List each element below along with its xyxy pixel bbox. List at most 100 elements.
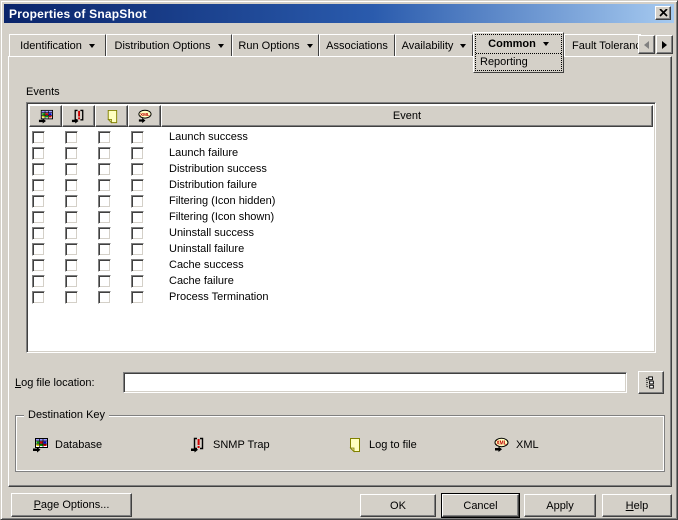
dropdown-arrow-icon (306, 43, 313, 48)
checkbox-cell (29, 146, 62, 160)
help-button[interactable]: Help (602, 494, 672, 517)
checkbox-cell (128, 290, 161, 304)
checkbox-xml[interactable] (131, 290, 144, 304)
checkbox-cell (62, 130, 95, 144)
apply-button[interactable]: Apply (524, 494, 596, 517)
checkbox-database[interactable] (32, 226, 45, 240)
checkbox-xml[interactable] (131, 146, 144, 160)
column-header-log-to-file[interactable] (95, 105, 128, 127)
checkbox-database[interactable] (32, 130, 45, 144)
checkbox-cell (128, 178, 161, 192)
tab-distribution-options[interactable]: Distribution Options (106, 34, 232, 56)
checkbox-cell (128, 194, 161, 208)
checkbox-cell (62, 210, 95, 224)
checkbox-log-to-file[interactable] (98, 178, 111, 192)
event-label: Filtering (Icon hidden) (169, 195, 276, 207)
checkbox-database[interactable] (32, 194, 45, 208)
tab-scroll-left-button[interactable] (638, 35, 655, 54)
checkbox-log-to-file[interactable] (98, 194, 111, 208)
checkbox-cell (95, 274, 128, 288)
checkbox-database[interactable] (32, 162, 45, 176)
checkbox-cell (128, 258, 161, 272)
checkbox-snmp-trap[interactable] (65, 162, 78, 176)
checkbox-xml[interactable] (131, 258, 144, 272)
checkbox-log-to-file[interactable] (98, 274, 111, 288)
close-icon (658, 9, 668, 17)
tab-label: Availability (401, 39, 454, 52)
checkbox-xml[interactable] (131, 210, 144, 224)
xml-icon: XML (494, 437, 509, 452)
checkbox-log-to-file[interactable] (98, 130, 111, 144)
checkbox-database[interactable] (32, 210, 45, 224)
page-options-button[interactable]: Page Options... (11, 493, 132, 517)
checkbox-database[interactable] (32, 242, 45, 256)
dropdown-arrow-icon (217, 43, 224, 48)
column-header-database[interactable] (29, 105, 62, 127)
checkbox-database[interactable] (32, 146, 45, 160)
checkbox-cell (62, 290, 95, 304)
table-row: Launch success (29, 129, 653, 145)
destination-item-database: Database (32, 437, 102, 453)
checkbox-log-to-file[interactable] (98, 290, 111, 304)
tab-identification[interactable]: Identification (9, 34, 106, 56)
checkbox-cell (95, 178, 128, 192)
tab-scroll-right-button[interactable] (656, 35, 673, 54)
events-section-label: Events (26, 86, 60, 98)
tab-run-options[interactable]: Run Options (232, 34, 319, 56)
tab-common[interactable]: Common Reporting (473, 32, 564, 73)
checkbox-database[interactable] (32, 178, 45, 192)
checkbox-cell (95, 258, 128, 272)
checkbox-database[interactable] (32, 290, 45, 304)
checkbox-xml[interactable] (131, 178, 144, 192)
log-file-location-input[interactable] (123, 372, 627, 393)
checkbox-snmp-trap[interactable] (65, 194, 78, 208)
checkbox-xml[interactable] (131, 162, 144, 176)
tab-fault-toleranc[interactable]: Fault Toleranc (564, 34, 641, 56)
event-label: Cache failure (169, 275, 234, 287)
checkbox-snmp-trap[interactable] (65, 210, 78, 224)
checkbox-log-to-file[interactable] (98, 226, 111, 240)
close-button[interactable] (655, 6, 671, 20)
checkbox-cell (95, 290, 128, 304)
tab-availability[interactable]: Availability (395, 34, 473, 56)
checkbox-snmp-trap[interactable] (65, 290, 78, 304)
checkbox-log-to-file[interactable] (98, 258, 111, 272)
checkbox-xml[interactable] (131, 242, 144, 256)
column-header-xml[interactable]: XML (128, 105, 161, 127)
checkbox-cell (62, 274, 95, 288)
checkbox-xml[interactable] (131, 130, 144, 144)
checkbox-snmp-trap[interactable] (65, 274, 78, 288)
browse-button[interactable] (638, 371, 664, 394)
checkbox-database[interactable] (32, 258, 45, 272)
table-row: Cache success (29, 257, 653, 273)
snmp-trap-icon (71, 109, 84, 124)
checkbox-xml[interactable] (131, 226, 144, 240)
checkbox-log-to-file[interactable] (98, 242, 111, 256)
checkbox-xml[interactable] (131, 194, 144, 208)
checkbox-log-to-file[interactable] (98, 210, 111, 224)
tab-associations[interactable]: Associations (319, 34, 395, 56)
checkbox-database[interactable] (32, 274, 45, 288)
checkbox-snmp-trap[interactable] (65, 258, 78, 272)
cancel-button[interactable]: Cancel (442, 494, 519, 517)
checkbox-snmp-trap[interactable] (65, 226, 78, 240)
checkbox-snmp-trap[interactable] (65, 242, 78, 256)
column-header-event[interactable]: Event (161, 105, 653, 127)
log-to-file-icon (349, 438, 360, 453)
subtab-reporting[interactable]: Reporting (476, 54, 561, 70)
checkbox-xml[interactable] (131, 274, 144, 288)
checkbox-cell (95, 130, 128, 144)
checkbox-snmp-trap[interactable] (65, 178, 78, 192)
ok-button[interactable]: OK (360, 494, 436, 517)
checkbox-cell (95, 194, 128, 208)
checkbox-snmp-trap[interactable] (65, 130, 78, 144)
checkbox-log-to-file[interactable] (98, 146, 111, 160)
dropdown-arrow-icon (460, 43, 467, 48)
column-header-snmp-trap[interactable] (62, 105, 95, 127)
tab-label: Run Options (238, 39, 300, 52)
event-label: Launch failure (169, 147, 239, 159)
checkbox-log-to-file[interactable] (98, 162, 111, 176)
checkbox-snmp-trap[interactable] (65, 146, 78, 160)
tab-strip: Identification Distribution Options Run Op… (9, 32, 641, 73)
checkbox-cell (95, 162, 128, 176)
